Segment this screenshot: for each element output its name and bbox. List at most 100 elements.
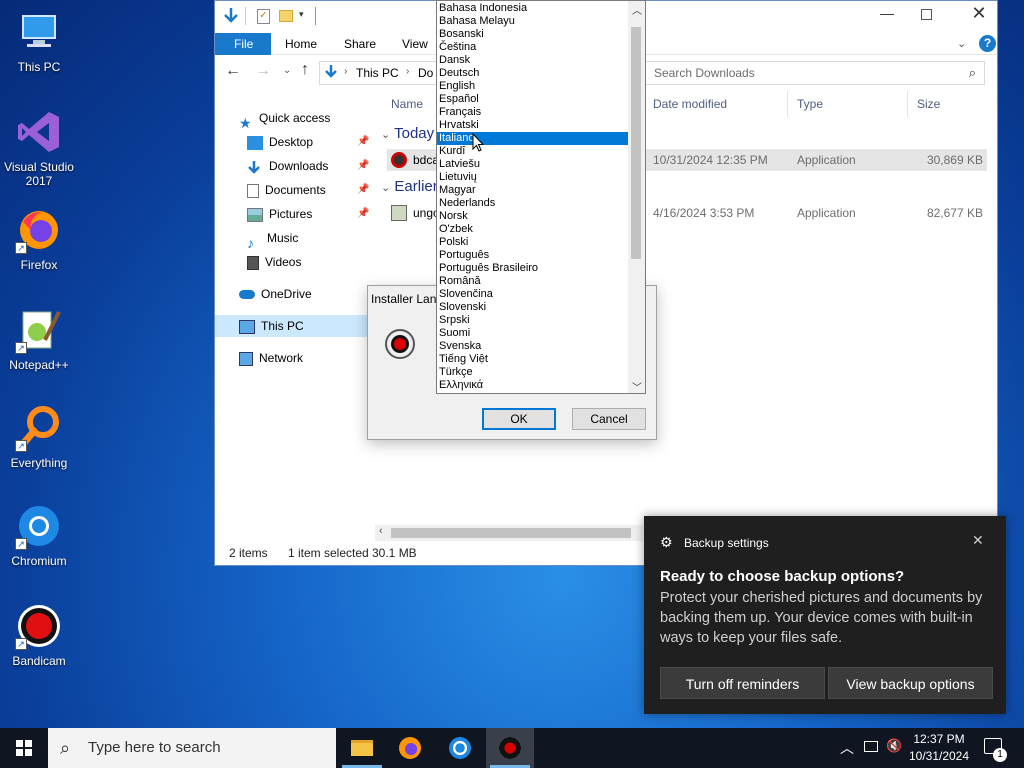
scroll-thumb[interactable] <box>631 27 641 259</box>
language-option[interactable]: Srpski <box>437 314 629 327</box>
column-header-date[interactable]: Date modified <box>653 93 727 115</box>
scroll-left-icon[interactable]: ‹ <box>379 525 383 537</box>
language-option[interactable]: Svenska <box>437 340 629 353</box>
forward-arrow-icon[interactable]: → <box>255 62 271 80</box>
scroll-down-icon[interactable]: ﹀ <box>632 379 642 393</box>
group-header-today[interactable]: ⌄ Today <box>381 125 434 142</box>
show-hidden-icons-icon[interactable]: ︿ <box>840 738 854 758</box>
desktop-icon-bandicam[interactable]: ↗ Bandicam <box>1 602 77 668</box>
language-option[interactable]: Bahasa Melayu <box>437 15 629 28</box>
maximize-button[interactable] <box>921 9 932 20</box>
volume-muted-icon[interactable]: 🔇 <box>886 738 902 754</box>
nav-this-pc[interactable]: This PC <box>215 315 375 337</box>
back-arrow-icon[interactable]: ← <box>225 62 241 80</box>
language-option[interactable]: Polski <box>437 236 629 249</box>
desktop-icon-visual-studio[interactable]: Visual Studio 2017 <box>1 108 77 188</box>
close-icon[interactable]: ✕ <box>972 532 984 549</box>
language-option[interactable]: Norsk <box>437 210 629 223</box>
desktop-icon-notepadpp[interactable]: ↗ Notepad++ <box>1 306 77 372</box>
language-option[interactable]: Suomi <box>437 327 629 340</box>
scroll-thumb[interactable] <box>391 528 631 538</box>
turn-off-reminders-button[interactable]: Turn off reminders <box>660 667 825 699</box>
desktop-icon-firefox[interactable]: ↗ Firefox <box>1 206 77 272</box>
close-button[interactable]: ✕ <box>967 3 991 27</box>
breadcrumb-this-pc[interactable]: This PC <box>356 66 399 80</box>
language-option[interactable]: Deutsch <box>437 67 629 80</box>
language-option[interactable]: Slovenski <box>437 301 629 314</box>
properties-icon[interactable]: ✓ <box>257 9 270 24</box>
language-option[interactable]: Latviešu <box>437 158 629 171</box>
recent-locations-icon[interactable]: ⌄ <box>283 65 291 76</box>
nav-pictures[interactable]: Pictures <box>247 203 312 225</box>
network-tray-icon[interactable] <box>864 741 878 752</box>
customize-toolbar-icon[interactable]: ▾ <box>299 9 304 20</box>
up-arrow-icon[interactable]: ↑ <box>301 61 309 79</box>
expand-ribbon-icon[interactable]: ⌄ <box>957 37 966 50</box>
language-option[interactable]: Tiếng Việt <box>437 353 629 366</box>
taskbar-firefox[interactable] <box>386 728 434 768</box>
ok-button[interactable]: OK <box>482 408 556 430</box>
language-option[interactable]: Kurdî <box>437 145 629 158</box>
language-option[interactable]: Bahasa Indonesia <box>437 2 629 15</box>
language-option[interactable]: Français <box>437 106 629 119</box>
language-option[interactable]: Bosanski <box>437 28 629 41</box>
language-option[interactable]: Magyar <box>437 184 629 197</box>
minimize-button[interactable]: — <box>875 5 899 25</box>
tab-share[interactable]: Share <box>332 33 388 55</box>
language-option[interactable]: English <box>437 80 629 93</box>
desktop-icon-everything[interactable]: ↗ Everything <box>1 404 77 470</box>
tab-file[interactable]: File <box>215 33 271 55</box>
language-option[interactable]: Español <box>437 93 629 106</box>
language-option[interactable]: Slovenčina <box>437 288 629 301</box>
tab-home[interactable]: Home <box>273 33 329 55</box>
language-option[interactable]: Hrvatski <box>437 119 629 132</box>
language-dropdown-list[interactable]: Bahasa Indonesia Bahasa Melayu Bosanski Češ… <box>436 0 646 394</box>
language-option[interactable]: Nederlands <box>437 197 629 210</box>
taskbar-bandicam-installer[interactable] <box>486 728 534 768</box>
nav-videos[interactable]: Videos <box>247 251 301 273</box>
taskbar-chromium[interactable] <box>436 728 484 768</box>
nav-desktop[interactable]: Desktop <box>247 131 313 153</box>
column-header-type[interactable]: Type <box>797 93 823 115</box>
nav-downloads[interactable]: Downloads <box>247 155 328 177</box>
language-option[interactable]: Italiano <box>437 132 629 145</box>
scroll-up-icon[interactable]: ︿ <box>632 2 642 17</box>
pin-icon[interactable]: 📌 <box>357 184 369 195</box>
language-option[interactable]: Lietuvių <box>437 171 629 184</box>
language-option[interactable]: Português Brasileiro <box>437 262 629 275</box>
language-option[interactable]: Română <box>437 275 629 288</box>
language-option[interactable]: Türkçe <box>437 366 629 379</box>
language-option[interactable]: Ελληνικά <box>437 379 629 392</box>
language-option[interactable]: Português <box>437 249 629 262</box>
desktop-icon-this-pc[interactable]: This PC <box>1 8 77 74</box>
column-header-size[interactable]: Size <box>917 93 940 115</box>
group-header-earlier[interactable]: ⌄ Earlier <box>381 178 438 195</box>
nav-onedrive[interactable]: OneDrive <box>239 283 312 305</box>
taskbar-file-explorer[interactable] <box>338 728 386 768</box>
language-option[interactable]: O'zbek <box>437 223 629 236</box>
nav-network[interactable]: Network <box>239 347 303 369</box>
windows-start-icon[interactable] <box>0 728 48 768</box>
language-option[interactable]: Dansk <box>437 54 629 67</box>
tab-view[interactable]: View <box>390 33 440 55</box>
taskbar-search-input[interactable]: ⌕ Type here to search <box>48 728 336 768</box>
pin-icon[interactable]: 📌 <box>357 160 369 171</box>
search-input[interactable]: Search Downloads ⌕ <box>645 61 985 85</box>
nav-quick-access[interactable]: ★ Quick access <box>239 107 330 131</box>
new-folder-icon[interactable] <box>279 10 293 22</box>
vertical-scrollbar[interactable]: ︿ ﹀ <box>628 1 645 393</box>
horizontal-scrollbar[interactable]: ‹ <box>375 525 643 541</box>
desktop-icon-chromium[interactable]: ↗ Chromium <box>1 502 77 568</box>
backup-notification[interactable]: ⚙ Backup settings ✕ Ready to choose back… <box>644 516 1006 714</box>
pin-icon[interactable]: 📌 <box>357 208 369 219</box>
language-option[interactable]: Čeština <box>437 41 629 54</box>
nav-music[interactable]: ♪ Music <box>247 227 298 251</box>
clock[interactable]: 12:37 PM 10/31/2024 <box>904 731 974 765</box>
cancel-button[interactable]: Cancel <box>572 408 646 430</box>
nav-documents[interactable]: Documents <box>247 179 326 201</box>
breadcrumb-downloads[interactable]: Do <box>418 66 433 80</box>
pin-icon[interactable]: 📌 <box>357 136 369 147</box>
view-backup-options-button[interactable]: View backup options <box>828 667 993 699</box>
column-header-name[interactable]: Name <box>391 93 423 115</box>
help-icon[interactable]: ? <box>979 35 996 52</box>
